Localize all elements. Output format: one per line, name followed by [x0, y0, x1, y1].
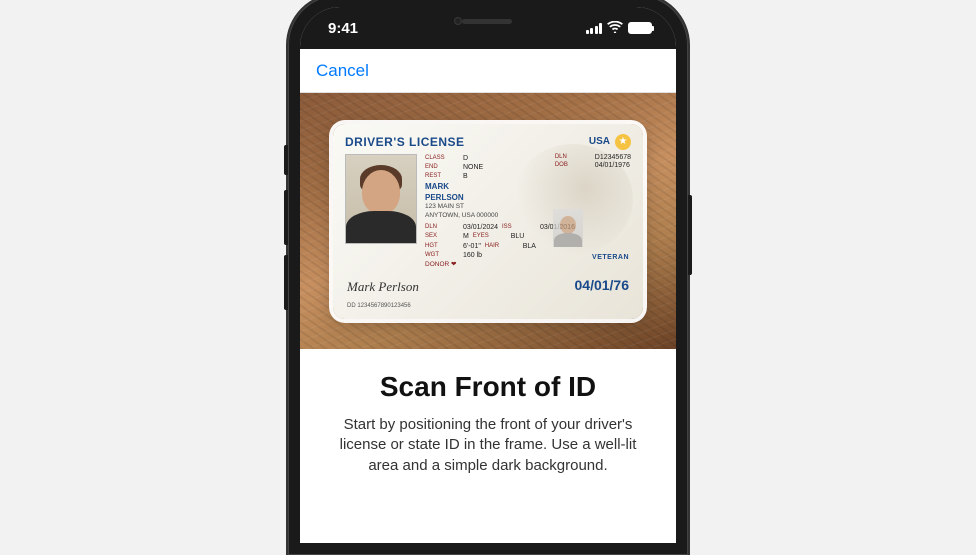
battery-icon	[628, 22, 652, 34]
cellular-signal-icon	[586, 23, 603, 34]
license-veteran-label: VETERAN	[592, 254, 629, 261]
license-signature: Mark Perlson	[347, 279, 419, 295]
license-address-line2: ANYTOWN, USA 000000	[425, 212, 631, 221]
license-dd-code: DD 1234567890123456	[347, 303, 411, 309]
phone-device-frame: 9:41 Cancel DRIVER'S LICENSE	[288, 0, 688, 555]
front-camera	[454, 17, 462, 25]
license-country: USA	[589, 136, 610, 147]
license-firstname: MARK	[425, 182, 631, 193]
license-right-column: DLN D12345678 DOB 04/01/1976	[555, 154, 631, 170]
cancel-button[interactable]: Cancel	[316, 61, 369, 81]
drivers-license-card: DRIVER'S LICENSE USA ★ CLASSD	[333, 124, 643, 319]
instructions-title: Scan Front of ID	[330, 371, 646, 403]
instructions-panel: Scan Front of ID Start by positioning th…	[300, 349, 676, 543]
license-address-line1: 123 MAIN ST	[425, 203, 631, 212]
wifi-icon	[607, 20, 623, 37]
license-photo	[345, 154, 417, 244]
license-lastname: PERLSON	[425, 193, 631, 204]
license-large-date: 04/01/76	[575, 277, 630, 293]
real-id-star-icon: ★	[615, 134, 631, 150]
status-indicators	[586, 20, 653, 37]
mute-switch	[284, 145, 288, 175]
license-title: DRIVER'S LICENSE	[345, 135, 465, 149]
volume-up-button	[284, 190, 288, 245]
camera-scan-viewport[interactable]: DRIVER'S LICENSE USA ★ CLASSD	[300, 93, 676, 349]
volume-down-button	[284, 255, 288, 310]
display-notch	[408, 7, 568, 35]
phone-screen: 9:41 Cancel DRIVER'S LICENSE	[300, 7, 676, 543]
navigation-bar: Cancel	[300, 49, 676, 93]
license-ghost-photo	[553, 209, 583, 247]
license-info-block: CLASSD ENDNONE RESTB MARK PERLSON 123 MA…	[425, 154, 631, 270]
license-donor: DONOR ❤	[425, 261, 631, 270]
power-button	[688, 195, 692, 275]
instructions-body: Start by positioning the front of your d…	[330, 415, 646, 476]
status-time: 9:41	[328, 20, 358, 37]
